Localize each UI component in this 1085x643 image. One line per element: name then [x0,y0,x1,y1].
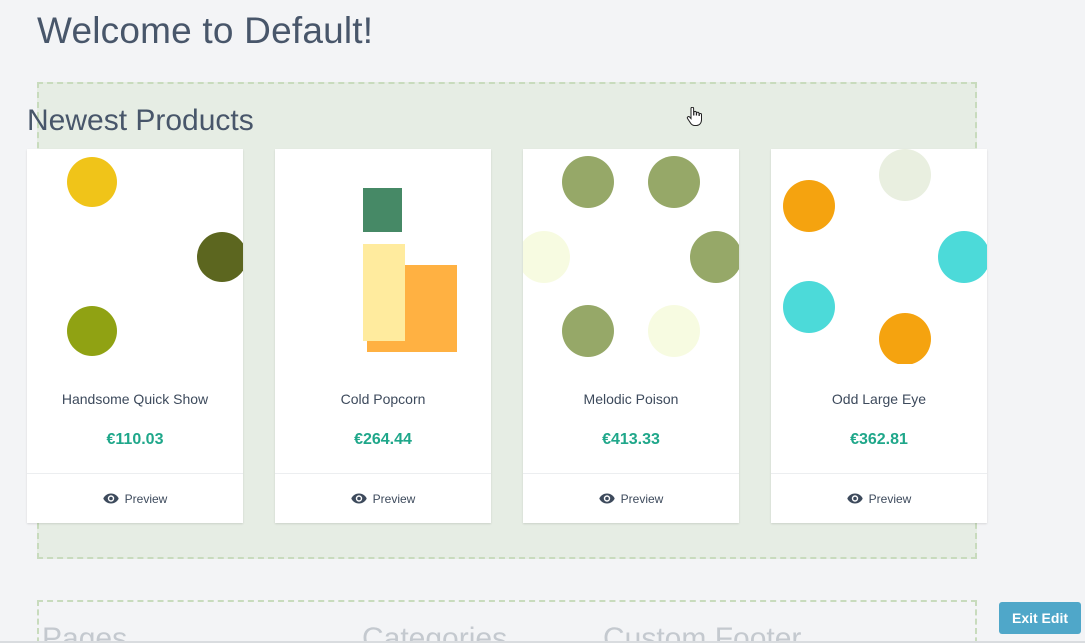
preview-label: Preview [124,491,168,506]
page-title: Welcome to Default! [37,10,374,51]
product-name[interactable]: Cold Popcorn [275,391,491,407]
exit-edit-button[interactable]: Exit Edit [999,602,1081,634]
eye-icon [102,493,119,504]
product-image[interactable] [523,149,739,364]
product-image[interactable] [771,149,987,364]
product-card[interactable]: Odd Large Eye €362.81 Preview [771,149,987,523]
product-image[interactable] [27,149,243,364]
page: Welcome to Default! Newest Products Hand… [0,0,1085,643]
product-name[interactable]: Melodic Poison [523,391,739,407]
product-card[interactable]: Melodic Poison €413.33 Preview [523,149,739,523]
product-card[interactable]: Cold Popcorn €264.44 Preview [275,149,491,523]
eye-icon [598,493,615,504]
product-name[interactable]: Handsome Quick Show [27,391,243,407]
product-name[interactable]: Odd Large Eye [771,391,987,407]
product-card[interactable]: Handsome Quick Show €110.03 Preview [27,149,243,523]
eye-icon [350,493,367,504]
preview-label: Preview [868,491,912,506]
footer-heading-custom-footer: Custom Footer [603,622,802,643]
preview-button[interactable]: Preview [275,474,491,523]
footer-heading-pages: Pages [42,622,128,643]
preview-button[interactable]: Preview [27,474,243,523]
footer-heading-categories: Categories [362,622,508,643]
preview-button[interactable]: Preview [523,474,739,523]
section-title: Newest Products [27,104,254,137]
preview-label: Preview [372,491,416,506]
eye-icon [846,493,863,504]
product-image[interactable] [275,149,491,364]
hand-cursor-icon [686,107,702,126]
preview-button[interactable]: Preview [771,474,987,523]
preview-label: Preview [620,491,664,506]
product-price: €110.03 [106,431,164,448]
product-price: €413.33 [602,431,660,448]
product-price: €264.44 [354,431,412,448]
product-price: €362.81 [850,431,908,448]
